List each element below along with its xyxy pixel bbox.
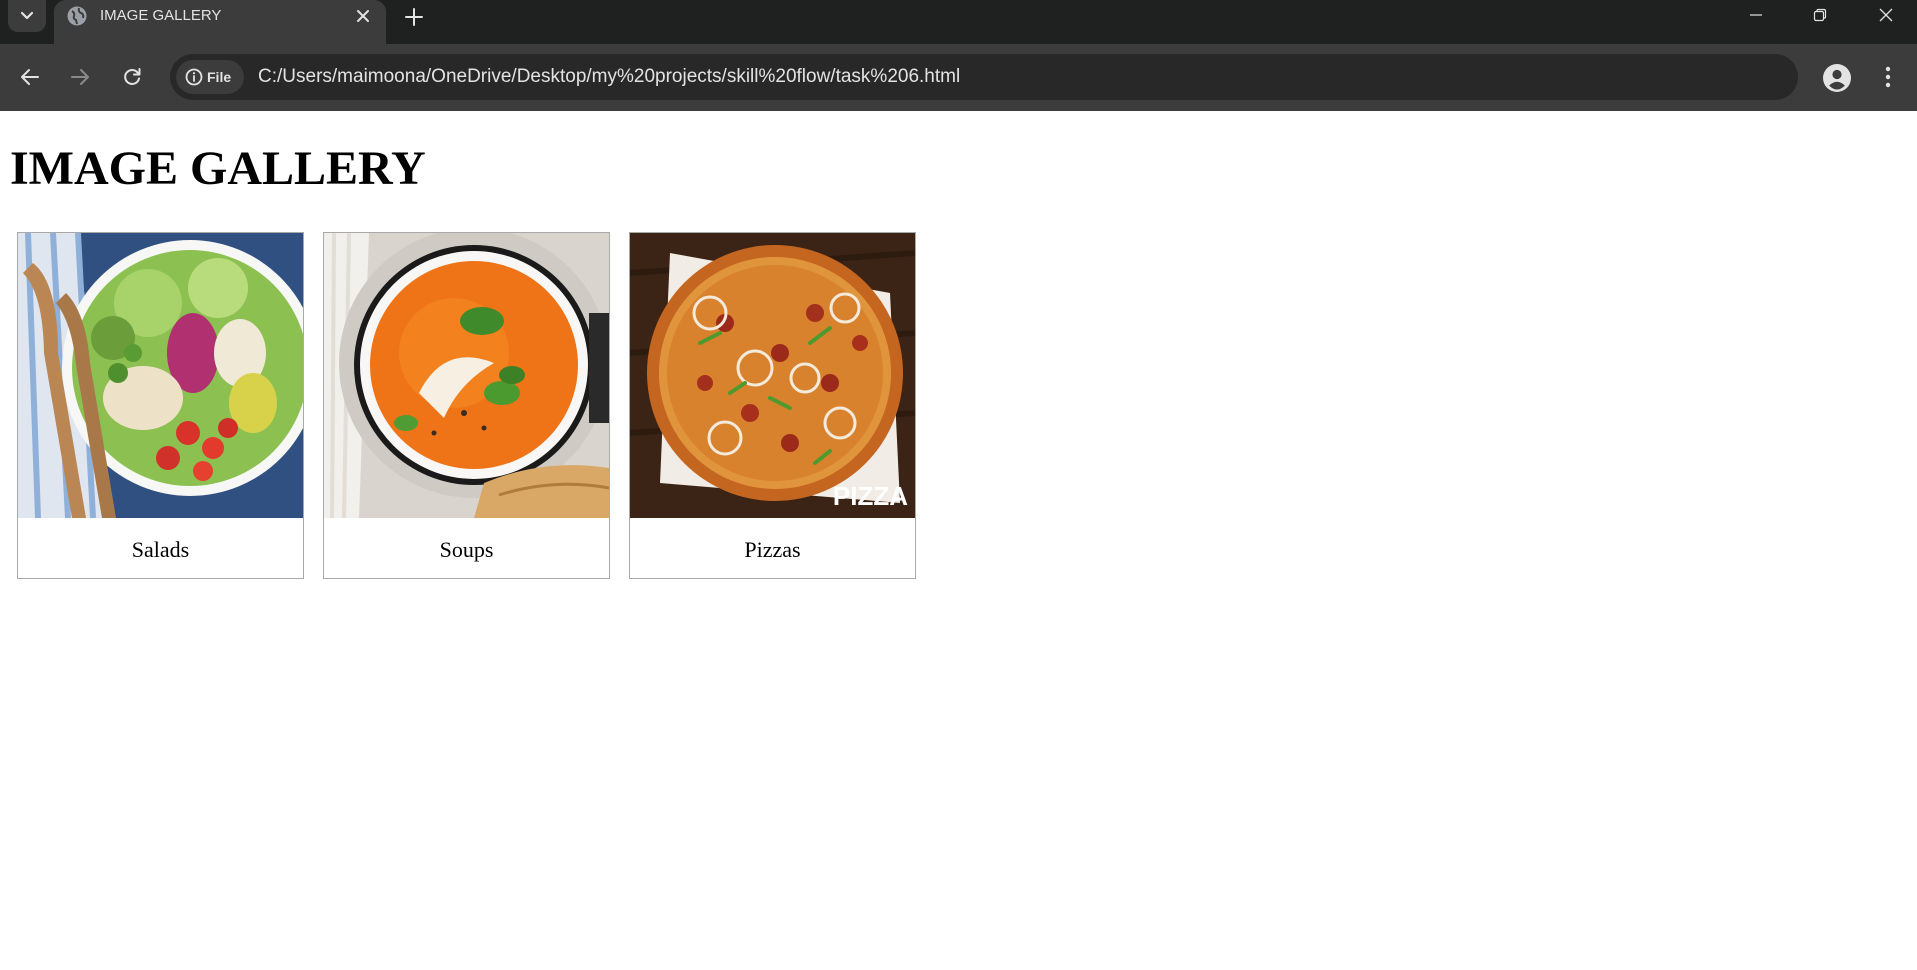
- plus-icon[interactable]: [400, 3, 428, 31]
- profile-icon[interactable]: [1820, 61, 1854, 95]
- card-caption: Salads: [131, 537, 190, 562]
- pizza-image: PIZZA: [630, 233, 915, 518]
- info-icon: [185, 68, 203, 86]
- url-text[interactable]: C:/Users/maimoona/OneDrive/Desktop/my%20…: [258, 54, 960, 100]
- restore-icon: [1813, 8, 1827, 22]
- gallery-card-soups[interactable]: Soups: [323, 232, 610, 579]
- chevron-down-icon: [20, 11, 34, 20]
- gallery-card-salads[interactable]: Salads: [17, 232, 304, 579]
- address-bar[interactable]: File C:/Users/maimoona/OneDrive/Desktop/…: [170, 54, 1798, 100]
- card-caption: Soups: [439, 537, 494, 562]
- back-button[interactable]: [14, 61, 46, 93]
- tomato-soup-bowl-image: [324, 233, 609, 518]
- reload-icon: [124, 68, 141, 85]
- tab-title: IMAGE GALLERY: [100, 7, 222, 24]
- kebab-menu-icon: [1885, 66, 1891, 88]
- browser-toolbar: File C:/Users/maimoona/OneDrive/Desktop/…: [0, 44, 1917, 111]
- minimize-icon: [1750, 14, 1762, 16]
- pizza-image-text: PIZZA: [833, 481, 908, 511]
- close-window-button[interactable]: [1856, 0, 1916, 30]
- site-chip-label: File: [207, 69, 232, 85]
- page-title: IMAGE GALLERY: [10, 142, 426, 195]
- tab-search-button[interactable]: [8, 0, 46, 32]
- forward-button[interactable]: [64, 61, 96, 93]
- close-icon[interactable]: [352, 5, 374, 27]
- salad-bowl-image: [18, 233, 303, 518]
- gallery-card-pizzas[interactable]: PIZZA Pizzas: [629, 232, 916, 579]
- minimize-button[interactable]: [1726, 0, 1786, 30]
- browser-menu-button[interactable]: [1876, 61, 1900, 93]
- page-viewport: IMAGE GALLERY Salads Soups PIZZA Pizzas: [0, 111, 1917, 970]
- reload-button[interactable]: [116, 61, 148, 93]
- browser-tab-active[interactable]: IMAGE GALLERY: [54, 0, 386, 44]
- restore-button[interactable]: [1790, 0, 1850, 30]
- browser-tab-strip: IMAGE GALLERY: [0, 0, 1917, 44]
- back-arrow-icon: [21, 69, 39, 85]
- forward-arrow-icon: [71, 69, 89, 85]
- globe-icon: [67, 6, 87, 26]
- close-window-icon: [1879, 8, 1893, 22]
- card-caption: Pizzas: [744, 537, 801, 562]
- site-info-chip[interactable]: File: [176, 60, 244, 94]
